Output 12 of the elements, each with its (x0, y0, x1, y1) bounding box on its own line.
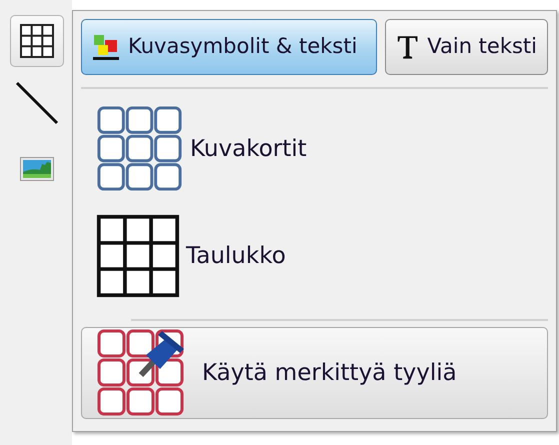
apply-style-menu-item[interactable]: Käytä merkittyä tyyliä (81, 327, 548, 419)
picture-icon (20, 157, 54, 181)
symbols-and-text-button[interactable]: Kuvasymbolit & teksti (81, 19, 377, 75)
cards-grid-icon (96, 105, 184, 193)
table-icon (19, 23, 55, 59)
table-grid-icon (96, 214, 180, 298)
line-icon (15, 81, 59, 125)
color-squares-icon (92, 33, 120, 61)
table-menu-item[interactable]: Taulukko (81, 203, 548, 309)
cards-menu-item[interactable]: Kuvakortit (81, 95, 548, 203)
text-only-button[interactable]: Vain teksti (385, 19, 548, 75)
table-tool-button[interactable] (10, 15, 64, 67)
